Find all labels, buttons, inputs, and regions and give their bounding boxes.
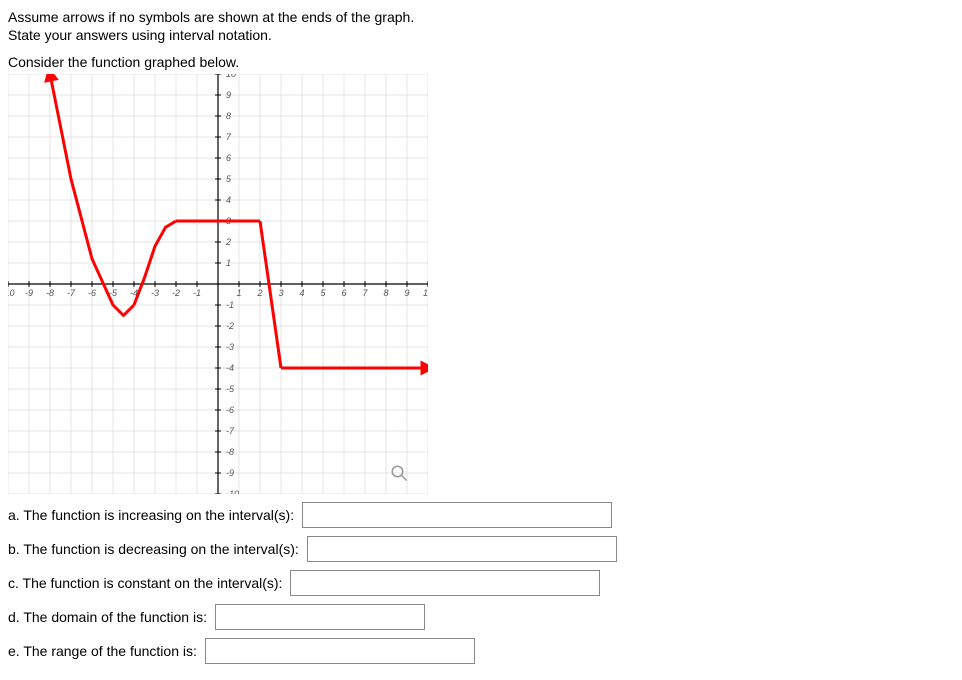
- svg-text:-4: -4: [226, 363, 234, 373]
- svg-text:4: 4: [299, 288, 304, 298]
- svg-text:9: 9: [404, 288, 409, 298]
- answer-e-input[interactable]: [205, 638, 475, 664]
- svg-text:-6: -6: [226, 405, 234, 415]
- graph-svg: -10-9-8-7-6-5-4-3-2-112345678910-10-9-8-…: [8, 74, 428, 494]
- function-graph: -10-9-8-7-6-5-4-3-2-112345678910-10-9-8-…: [8, 74, 428, 494]
- svg-text:-2: -2: [172, 288, 180, 298]
- svg-text:-9: -9: [226, 468, 234, 478]
- svg-text:8: 8: [226, 111, 231, 121]
- svg-text:2: 2: [225, 237, 231, 247]
- svg-text:10: 10: [423, 288, 428, 298]
- svg-text:10: 10: [226, 74, 236, 79]
- svg-text:3: 3: [278, 288, 283, 298]
- svg-text:-3: -3: [151, 288, 159, 298]
- instruction-line-1: Assume arrows if no symbols are shown at…: [8, 8, 954, 26]
- svg-text:9: 9: [226, 90, 231, 100]
- svg-text:-8: -8: [46, 288, 54, 298]
- instruction-line-2: State your answers using interval notati…: [8, 26, 954, 44]
- svg-text:6: 6: [341, 288, 346, 298]
- svg-text:4: 4: [226, 195, 231, 205]
- svg-text:-6: -6: [88, 288, 96, 298]
- svg-text:-7: -7: [67, 288, 76, 298]
- svg-text:-10: -10: [226, 489, 239, 494]
- magnifier-icon[interactable]: [390, 464, 408, 482]
- svg-text:8: 8: [383, 288, 388, 298]
- question-a-label: a. The function is increasing on the int…: [8, 507, 294, 523]
- svg-text:-3: -3: [226, 342, 234, 352]
- svg-text:-1: -1: [193, 288, 201, 298]
- svg-text:-2: -2: [226, 321, 234, 331]
- svg-text:1: 1: [226, 258, 231, 268]
- svg-text:-1: -1: [226, 300, 234, 310]
- svg-text:2: 2: [256, 288, 262, 298]
- svg-text:6: 6: [226, 153, 231, 163]
- svg-text:-5: -5: [226, 384, 235, 394]
- question-d-label: d. The domain of the function is:: [8, 609, 207, 625]
- answer-d-input[interactable]: [215, 604, 425, 630]
- svg-text:7: 7: [362, 288, 368, 298]
- svg-text:5: 5: [320, 288, 326, 298]
- answer-c-input[interactable]: [290, 570, 600, 596]
- question-e-label: e. The range of the function is:: [8, 643, 197, 659]
- svg-text:-9: -9: [25, 288, 33, 298]
- svg-text:-7: -7: [226, 426, 235, 436]
- question-c-label: c. The function is constant on the inter…: [8, 575, 282, 591]
- answer-b-input[interactable]: [307, 536, 617, 562]
- question-b-label: b. The function is decreasing on the int…: [8, 541, 299, 557]
- prompt-text: Consider the function graphed below.: [8, 54, 954, 70]
- svg-text:1: 1: [236, 288, 241, 298]
- answer-a-input[interactable]: [302, 502, 612, 528]
- svg-text:-10: -10: [8, 288, 15, 298]
- svg-text:-8: -8: [226, 447, 234, 457]
